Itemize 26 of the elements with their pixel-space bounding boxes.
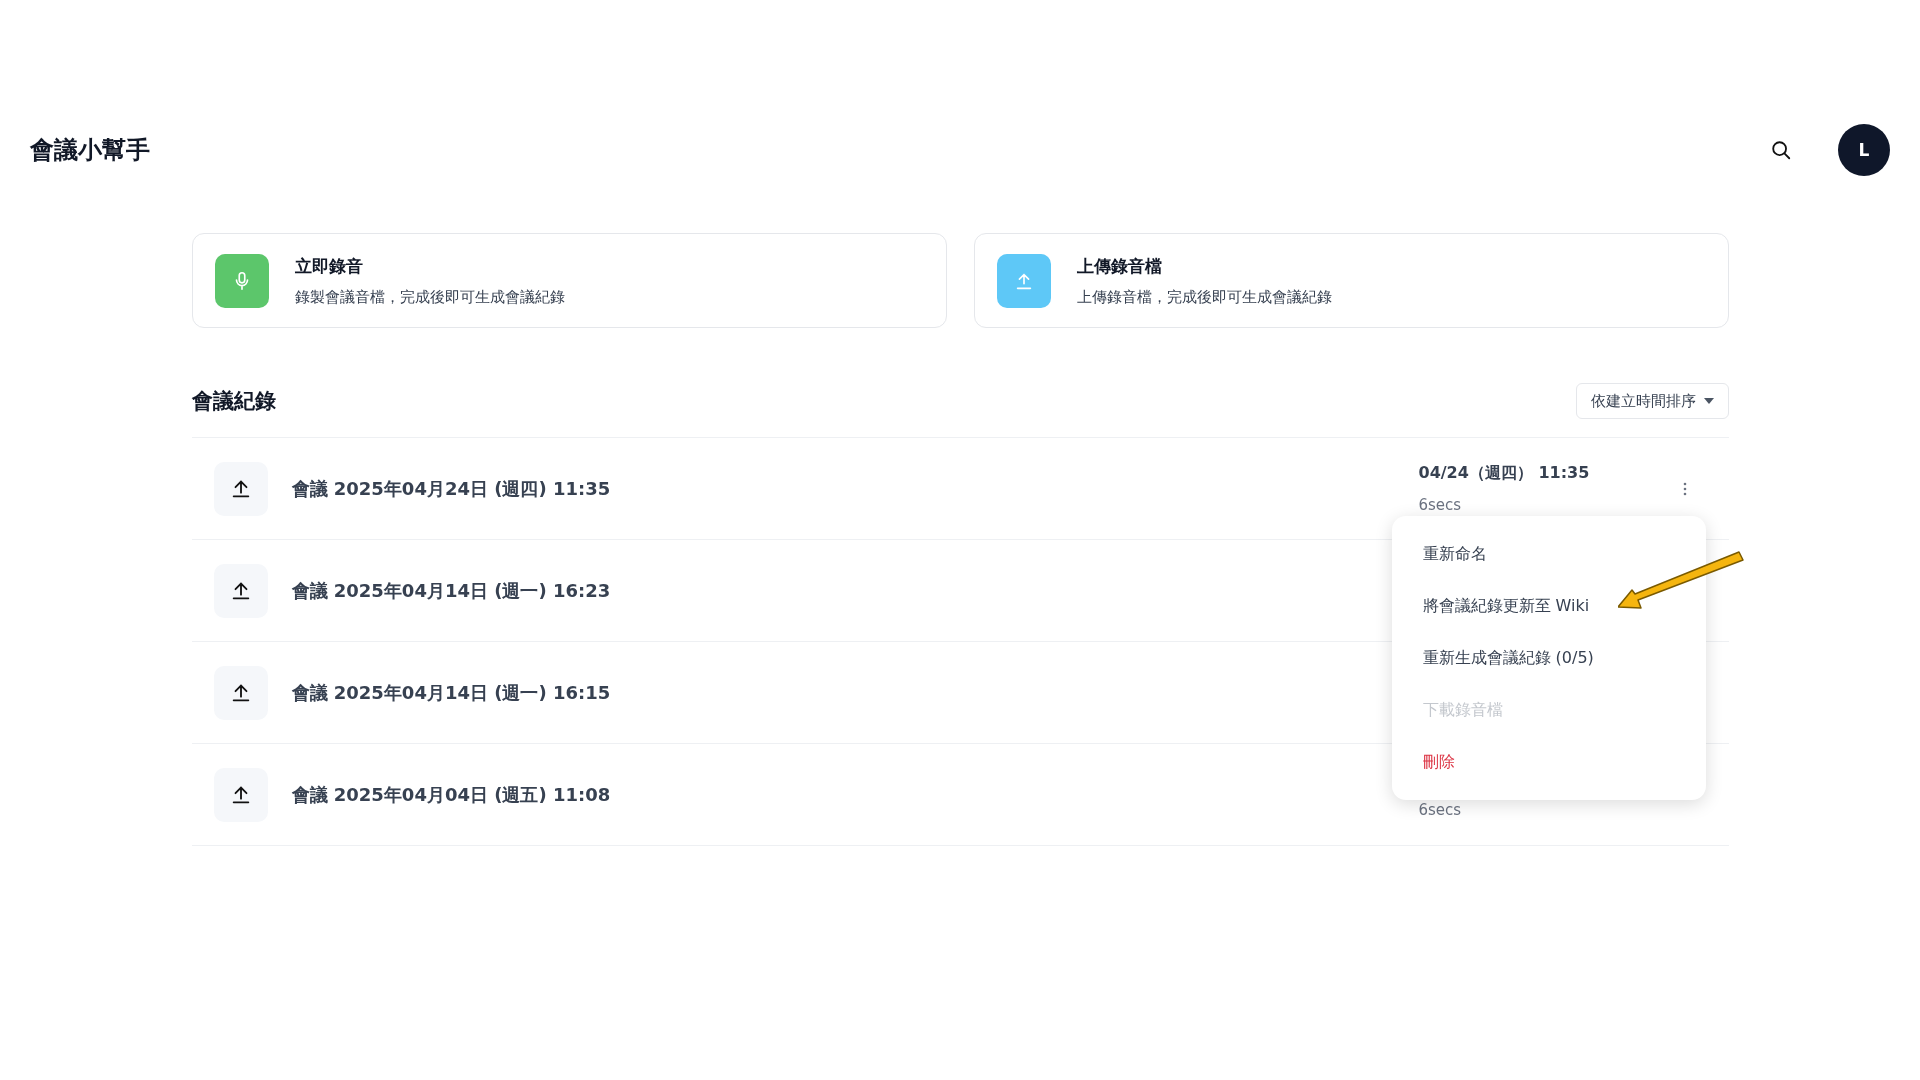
section-title: 會議紀錄 — [191, 388, 276, 415]
card-description: 錄製會議音檔，完成後即可生成會議紀錄 — [294, 287, 565, 307]
meeting-date: 04/24（週四） 11:35 — [1418, 463, 1591, 484]
caret-icon — [1703, 398, 1714, 404]
microphone-icon — [214, 253, 269, 308]
card-title: 上傳錄音檔 — [1076, 254, 1163, 278]
sort-dropdown[interactable]: 依建立時間排序 — [1575, 383, 1729, 419]
more-icon — [1682, 481, 1687, 496]
menu-item[interactable]: 刪除 — [1391, 736, 1706, 788]
search-icon — [1770, 139, 1792, 161]
meeting-title: 會議 2025年04月04日 (週五) 11:08 — [291, 782, 612, 807]
meeting-duration: 6secs — [1418, 801, 1463, 819]
meeting-duration: 6secs — [1418, 496, 1463, 514]
menu-item[interactable]: 重新生成會議紀錄 (0/5) — [1391, 632, 1706, 684]
meeting-title: 會議 2025年04月14日 (週一) 16:15 — [291, 680, 612, 705]
action-card[interactable]: 立即錄音 錄製會議音檔，完成後即可生成會議紀錄 — [191, 233, 947, 328]
user-avatar[interactable]: L — [1838, 124, 1890, 176]
meeting-title: 會議 2025年04月14日 (週一) 16:23 — [291, 578, 612, 603]
menu-item[interactable]: 重新命名 — [1391, 528, 1706, 580]
app-title: 會議小幫手 — [30, 135, 151, 166]
card-title: 立即錄音 — [294, 254, 364, 278]
card-description: 上傳錄音檔，完成後即可生成會議紀錄 — [1076, 287, 1332, 307]
meeting-title: 會議 2025年04月24日 (週四) 11:35 — [291, 476, 612, 501]
action-card[interactable]: 上傳錄音檔 上傳錄音檔，完成後即可生成會議紀錄 — [973, 233, 1729, 328]
upload-icon — [996, 253, 1051, 308]
menu-item[interactable]: 將會議紀錄更新至 Wiki — [1391, 580, 1706, 632]
